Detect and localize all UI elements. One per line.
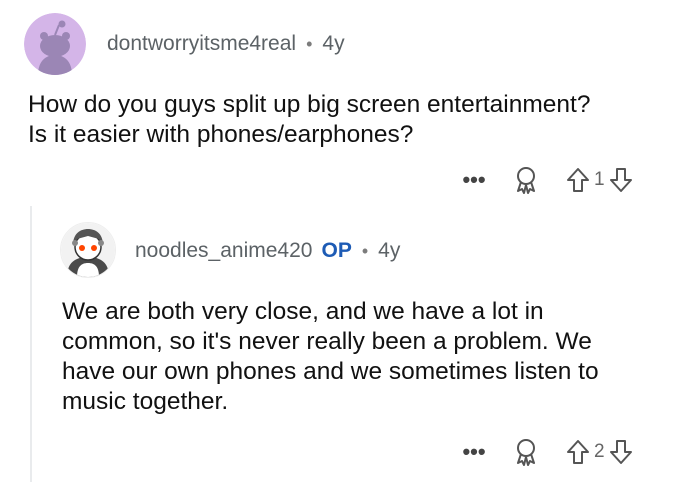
upvote-arrow-icon[interactable] [565, 439, 591, 465]
comment-line: How do you guys split up big screen ente… [28, 91, 591, 118]
comment-meta: dontworryitsme4real • 4y [107, 32, 345, 56]
downvote-arrow-icon[interactable] [608, 167, 634, 193]
reply-actions: ••• 2 [457, 436, 634, 468]
comment-actions: ••• 1 [457, 164, 634, 196]
more-options-icon[interactable]: ••• [457, 169, 491, 191]
reply-meta: noodles_anime420 OP • 4y [135, 239, 400, 263]
reply-body: We are both very close, and we have a lo… [62, 297, 599, 417]
avatar[interactable] [60, 222, 116, 278]
reply-line: have our own phones and we sometimes lis… [62, 358, 599, 385]
comment-body: How do you guys split up big screen ente… [28, 90, 590, 150]
reply-line: We are both very close, and we have a lo… [62, 298, 544, 325]
separator-dot: • [361, 240, 369, 261]
username[interactable]: dontworryitsme4real [107, 32, 296, 56]
comment-line: Is it easier with phones/earphones? [28, 121, 414, 148]
more-options-icon[interactable]: ••• [457, 441, 491, 463]
snoo-avatar-icon [24, 13, 86, 75]
award-icon[interactable] [511, 438, 541, 466]
downvote-arrow-icon[interactable] [608, 439, 634, 465]
vote-count: 2 [594, 441, 605, 462]
timestamp: 4y [378, 239, 401, 262]
op-badge: OP [321, 239, 352, 262]
username[interactable]: noodles_anime420 [135, 239, 312, 263]
timestamp: 4y [322, 32, 345, 55]
avatar[interactable] [24, 13, 86, 75]
award-icon[interactable] [511, 166, 541, 194]
thread-line[interactable] [30, 206, 32, 482]
reply-line: common, so it's never really been a prob… [62, 328, 592, 355]
upvote-arrow-icon[interactable] [565, 167, 591, 193]
snoo-avatar-icon [61, 223, 115, 277]
vote-count: 1 [594, 169, 605, 190]
separator-dot: • [306, 33, 313, 54]
reply-line: music together. [62, 388, 229, 415]
